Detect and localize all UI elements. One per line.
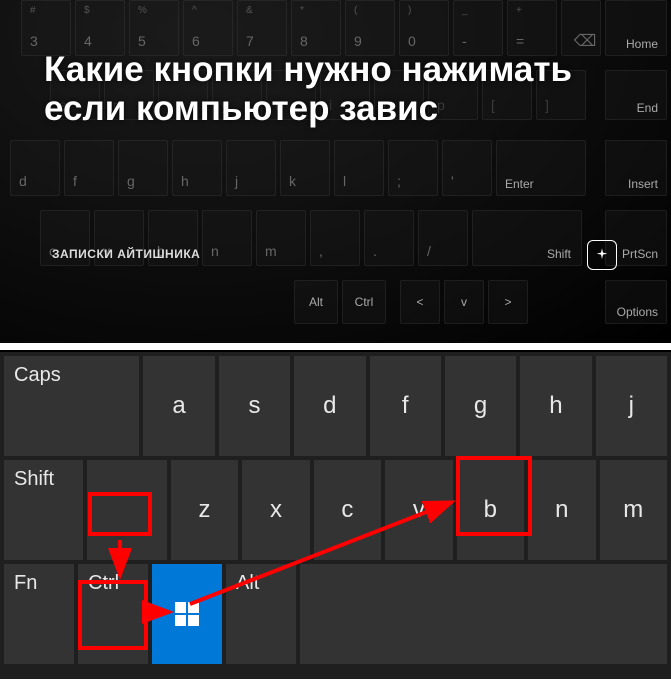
blank-key[interactable] [87, 460, 166, 560]
key-options: Options [605, 280, 667, 324]
top-keyboard-panel: #3 $4 %5 ^6 &7 *8 (9 )0 _- += ⌫ Home e r… [0, 0, 671, 343]
alt-key-bottom[interactable]: Alt [226, 564, 296, 664]
key-minus: _- [453, 0, 503, 56]
key-b-bottom[interactable]: b [457, 460, 524, 560]
space-key[interactable] [300, 564, 667, 664]
key-f: f [64, 140, 114, 196]
windows-logo-icon [175, 602, 199, 626]
key-z[interactable]: z [171, 460, 238, 560]
key-n: n [202, 210, 252, 266]
key-d-bottom[interactable]: d [294, 356, 365, 456]
key-h: h [172, 140, 222, 196]
key-insert: Insert [605, 140, 667, 196]
key-7: &7 [237, 0, 287, 56]
key-semicolon: ; [388, 140, 438, 196]
key-shift: Shift [472, 210, 582, 266]
caps-key[interactable]: Caps [4, 356, 139, 456]
key-period: . [364, 210, 414, 266]
key-g-bottom[interactable]: g [445, 356, 516, 456]
key-j-bottom[interactable]: j [596, 356, 667, 456]
key-3: #3 [21, 0, 71, 56]
windows-key[interactable] [152, 564, 222, 664]
key-a[interactable]: a [143, 356, 214, 456]
key-alt: Alt [294, 280, 338, 324]
sparkle-icon[interactable] [587, 240, 617, 270]
key-n-bottom[interactable]: n [528, 460, 595, 560]
key-m-bottom[interactable]: m [600, 460, 667, 560]
key-quote: ' [442, 140, 492, 196]
key-j: j [226, 140, 276, 196]
key-l: l [334, 140, 384, 196]
key-comma: , [310, 210, 360, 266]
ctrl-key[interactable]: Ctrl [78, 564, 148, 664]
key-down-arrow: v [444, 280, 484, 324]
key-h-bottom[interactable]: h [520, 356, 591, 456]
key-9: (9 [345, 0, 395, 56]
key-5: %5 [129, 0, 179, 56]
key-6: ^6 [183, 0, 233, 56]
key-backspace-icon: ⌫ [561, 0, 601, 56]
key-k: k [280, 140, 330, 196]
key-f-bottom[interactable]: f [370, 356, 441, 456]
key-v-bottom[interactable]: v [385, 460, 452, 560]
headline-text: Какие кнопки нужно нажимать если компьют… [44, 50, 631, 128]
key-home: Home [605, 0, 667, 56]
key-4: $4 [75, 0, 125, 56]
key-0: )0 [399, 0, 449, 56]
key-left-arrow: < [400, 280, 440, 324]
key-slash: / [418, 210, 468, 266]
key-enter: Enter [496, 140, 586, 196]
key-ctrl: Ctrl [342, 280, 386, 324]
key-8: *8 [291, 0, 341, 56]
key-right-arrow: > [488, 280, 528, 324]
bottom-keyboard-panel: Caps a s d f g h j Shift z x c v b n m F… [0, 350, 671, 679]
shift-key[interactable]: Shift [4, 460, 83, 560]
key-d: d [10, 140, 60, 196]
key-m: m [256, 210, 306, 266]
key-g: g [118, 140, 168, 196]
key-x[interactable]: x [242, 460, 309, 560]
fn-key[interactable]: Fn [4, 564, 74, 664]
source-label: ЗАПИСКИ АЙТИШНИКА [52, 247, 200, 261]
key-equals: += [507, 0, 557, 56]
key-s[interactable]: s [219, 356, 290, 456]
key-c-bottom[interactable]: c [314, 460, 381, 560]
